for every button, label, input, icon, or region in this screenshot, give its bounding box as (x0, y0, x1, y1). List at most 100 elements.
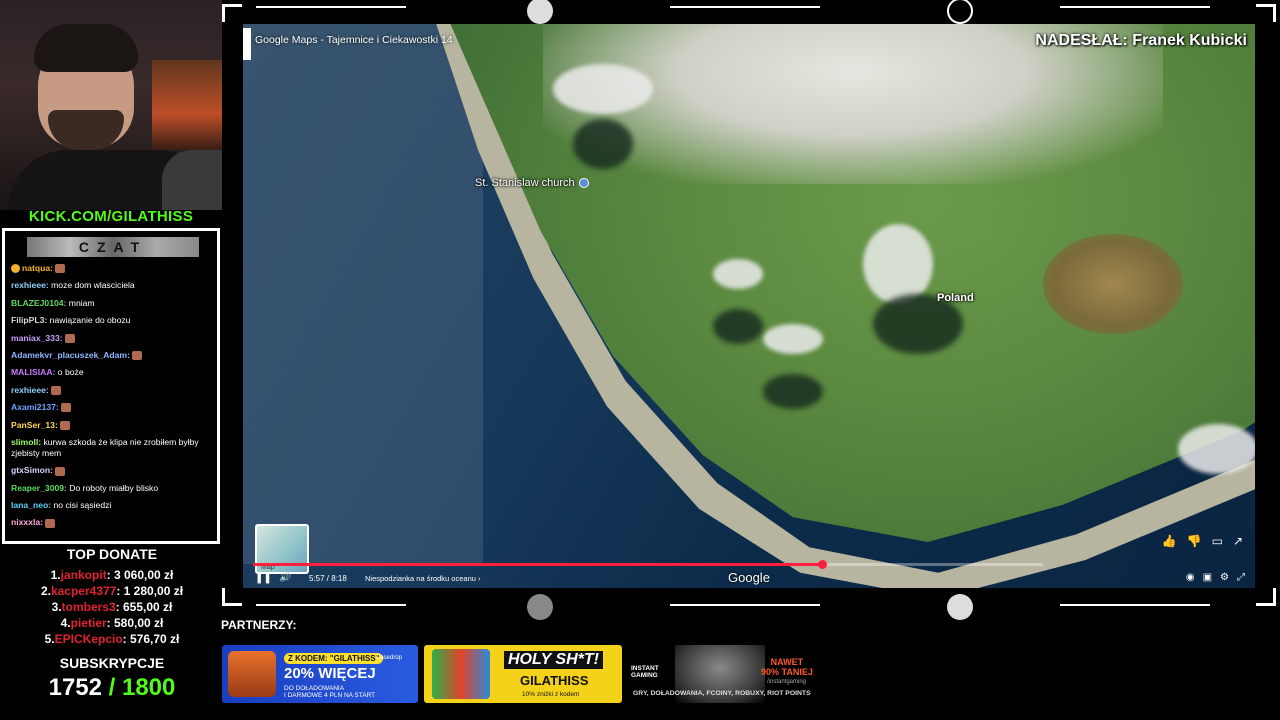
chat-message: gtxSimon: (11, 465, 215, 476)
frame-corner-tl (222, 4, 242, 22)
donate-name: jankopit (60, 568, 107, 582)
kick-url: KICK.COM/GILATHISS (28, 208, 194, 225)
donate-rank: 5. (44, 632, 55, 646)
cloud (713, 259, 763, 289)
subs-label: SUBSKRYPCJE (59, 655, 165, 671)
chat-username[interactable]: slimoll: (11, 437, 41, 447)
chat-username[interactable]: FilipPL3: (11, 315, 47, 325)
chat-username[interactable]: lana_neo: (11, 500, 51, 510)
church-label: St. Stanislaw church (475, 177, 575, 189)
ad3-handle: /instantgaming (767, 679, 807, 685)
sponsor-logo-icon (527, 594, 553, 620)
chat-username[interactable]: rexhieee: (11, 280, 49, 290)
chapter-title[interactable]: Niespodzianka na środku oceanu › (365, 574, 481, 583)
ad-holy[interactable]: HOLY SH*T! GILATHISS 10% zniżki z kodem (424, 645, 622, 703)
chat-username[interactable]: MALISIAA: (11, 367, 55, 377)
ad-casedrop[interactable]: Z KODEM: "GILATHISS" Casedrop 20% WIĘCEJ… (222, 645, 418, 703)
fullscreen-icon[interactable]: ⤢ (1237, 572, 1245, 583)
subs-count: 1752 (48, 674, 102, 701)
dislike-icon[interactable]: 👎 (1187, 534, 1202, 548)
chat-text: mniam (66, 297, 95, 308)
pause-icon[interactable]: ❚❚ (255, 573, 272, 584)
sponsor-logo-icon (947, 0, 973, 24)
partners-label: PARTNERZY: (221, 618, 297, 632)
submitted-by: NADESŁAŁ: Franek Kubicki (1035, 32, 1247, 49)
settings-icon[interactable]: ⚙ (1220, 572, 1229, 583)
time-display: 5:57 / 8:18 (309, 574, 347, 583)
chat-text: nawiązanie do obozu (47, 315, 131, 326)
frame-corner-br (1256, 588, 1276, 606)
cloud-shadow (763, 374, 823, 409)
player-controls: ❚❚ 🔊 5:57 / 8:18 Niespodzianka na środku… (243, 570, 1255, 588)
frame-corner-tr (1256, 4, 1276, 22)
share-icon[interactable]: ↗ (1233, 534, 1243, 548)
chat-message: maniax_333: (11, 333, 215, 344)
cloud (1178, 424, 1255, 474)
progress-bar[interactable] (253, 560, 1043, 569)
cloud-shadow (713, 309, 763, 344)
chat-header: CZAT (27, 237, 199, 257)
autoplay-toggle-icon[interactable]: ◉ (1186, 572, 1195, 583)
chat-username[interactable]: rexhieee: (11, 385, 49, 395)
ad1-brand: Casedrop (376, 655, 403, 661)
chat-message: BLAZEJ0104: mniam (11, 298, 215, 309)
background-shelf (152, 60, 222, 150)
donate-amount: : 3 060,00 zł (106, 568, 174, 582)
google-logo: Google (728, 570, 770, 585)
donate-name: pietier (70, 616, 107, 630)
reaction-bar: 👍 👎 ▭ ↗ (1152, 534, 1243, 548)
chat-panel: CZAT natqua: rexhieee: moze dom wlascicie… (2, 228, 220, 544)
ad3-promo: NAWET 90% TANIEJ (761, 657, 813, 677)
donate-name: kacper4377 (50, 584, 117, 598)
donate-name: tombers3 (61, 600, 116, 614)
ad-instant-gaming[interactable]: INSTANT GAMING NAWET 90% TANIEJ /instantg… (627, 645, 825, 703)
chat-message: Adamekvr_placuszek_Adam: (11, 350, 215, 361)
top-donate-title: TOP DONATE (66, 546, 158, 562)
donate-rank: 4. (60, 616, 71, 630)
video-player[interactable]: St. Stanislaw church Poland Google Maps … (243, 24, 1255, 588)
donate-name: EPICKepcio (54, 632, 123, 646)
chat-username[interactable]: nixxxla: (11, 517, 43, 527)
comment-icon[interactable]: ▭ (1212, 534, 1223, 548)
chat-username[interactable]: gtxSimon: (11, 465, 53, 475)
chat-list: natqua: rexhieee: moze dom wlasciciela BLA… (11, 263, 215, 535)
map-label-country: Poland (937, 292, 974, 304)
emote-icon (131, 351, 142, 361)
chat-username[interactable]: PanSer_13: (11, 420, 58, 430)
chat-message: rexhieee: moze dom wlasciciela (11, 280, 215, 291)
donate-amount: : 576,70 zł (122, 632, 180, 646)
streamer-beard (48, 110, 124, 150)
chat-username[interactable]: Adamekvr_placuszek_Adam: (11, 350, 130, 360)
volume-icon[interactable]: 🔊 (279, 572, 291, 583)
ad1-code: Z KODEM: "GILATHISS" (284, 653, 384, 664)
chat-username[interactable]: natqua: (22, 263, 53, 273)
progress-fill (253, 563, 822, 566)
satellite-ocean-light (243, 24, 483, 564)
donate-row: 3.tombers3: 655,00 zł (0, 599, 224, 615)
chat-message: Axami2137: (11, 402, 215, 413)
donate-amount: : 655,00 zł (115, 600, 173, 614)
chat-username[interactable]: maniax_333: (11, 333, 63, 343)
chat-message: lana_neo: no cisi sąsiedzi (11, 500, 215, 511)
ad3-strip: GRY, DOŁADOWANIA, FCOINY, ROBUXY, RIOT P… (633, 690, 811, 697)
frame-line-top-3 (1060, 6, 1210, 8)
cloud (863, 224, 933, 304)
title-accent (243, 28, 251, 60)
chat-username[interactable]: Axami2137: (11, 402, 59, 412)
chat-username[interactable]: BLAZEJ0104: (11, 298, 66, 308)
layer-minimap-button[interactable]: Map (255, 524, 309, 574)
chat-text: o boże (55, 367, 84, 378)
frame-line-bottom-3 (1060, 604, 1210, 606)
ad1-small: DO DOŁADOWANIA I DARMOWE 4 PLN NA START (284, 685, 375, 699)
progress-knob[interactable] (817, 560, 827, 569)
subtitles-icon[interactable]: ▣ (1203, 572, 1212, 583)
emote-icon (50, 385, 61, 395)
like-icon[interactable]: 👍 (1162, 534, 1177, 548)
donate-rank: 3. (51, 600, 62, 614)
chat-text: Do roboty miałby blisko (66, 482, 159, 493)
chat-message: Reaper_3009: Do roboty miałby blisko (11, 483, 215, 494)
chest-icon (228, 651, 276, 697)
chat-username[interactable]: Reaper_3009: (11, 483, 67, 493)
map-label-church: St. Stanislaw church (475, 177, 589, 189)
chat-message: MALISIAA: o boże (11, 367, 215, 378)
